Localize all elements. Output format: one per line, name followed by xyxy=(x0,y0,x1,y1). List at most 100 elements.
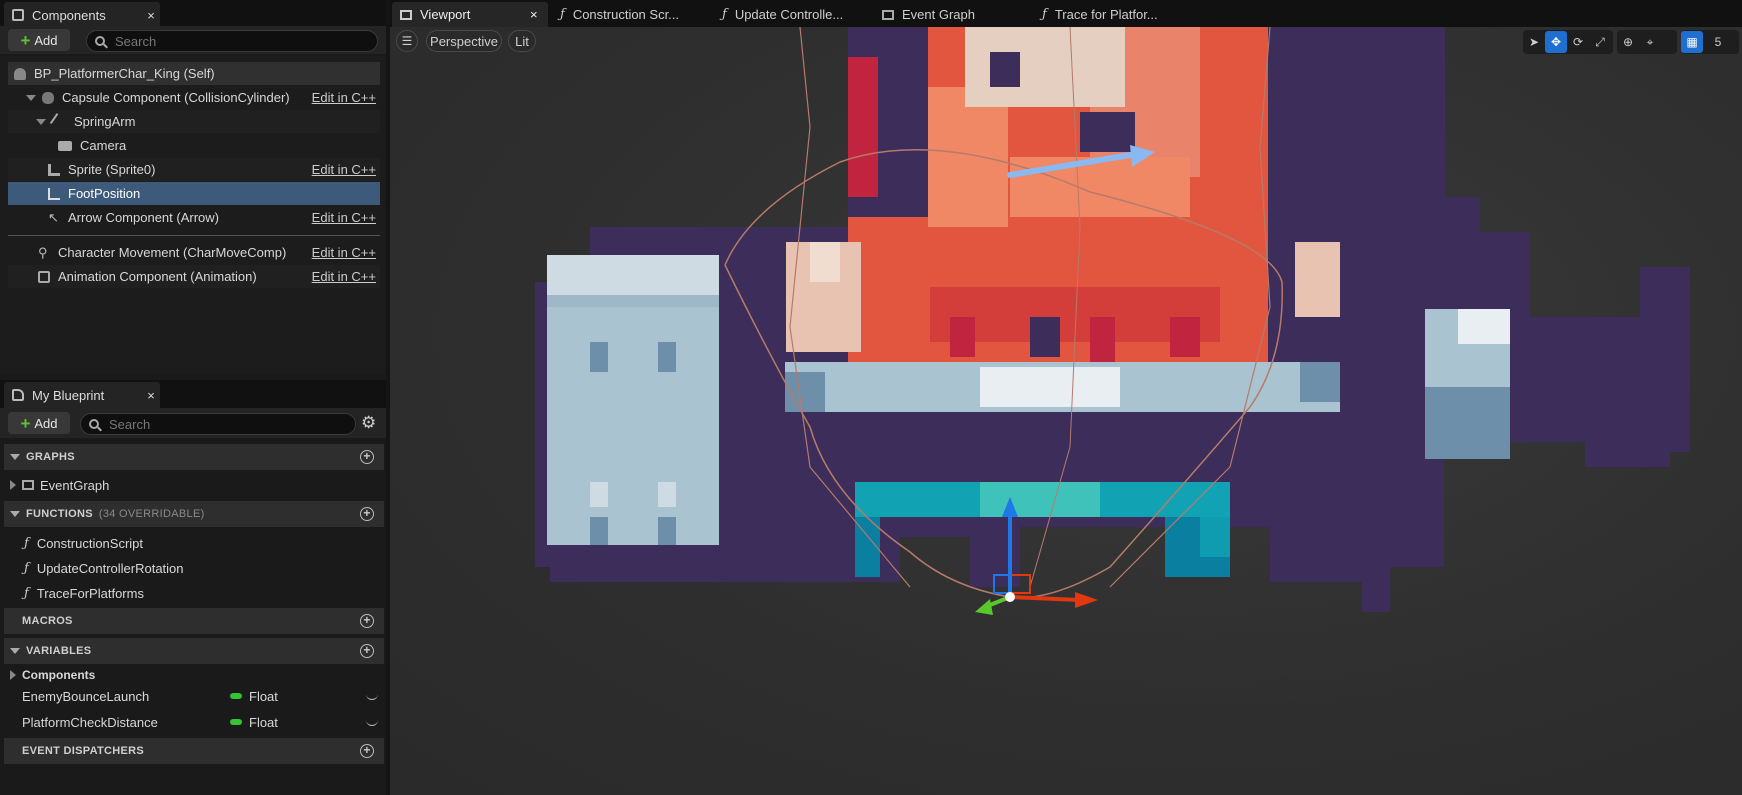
component-animation[interactable]: Animation Component (Animation) Edit in … xyxy=(8,265,380,288)
chevron-right-icon[interactable] xyxy=(10,670,16,680)
plus-icon: + xyxy=(20,30,31,50)
chevron-right-icon[interactable] xyxy=(10,480,16,490)
myblueprint-toolbar: + Add ⚙ xyxy=(0,408,386,438)
tab-label: Construction Scr... xyxy=(572,7,680,22)
add-function-icon[interactable]: + xyxy=(360,507,374,521)
chevron-down-icon xyxy=(10,511,20,517)
transform-tools: ➤ ✥ ⟳ ⤢ xyxy=(1523,30,1613,54)
add-component-button[interactable]: + Add xyxy=(8,29,70,51)
myblueprint-search[interactable] xyxy=(80,413,356,435)
component-self[interactable]: BP_PlatformerChar_King (Self) xyxy=(8,62,380,85)
edit-in-cpp-link[interactable]: Edit in C++ xyxy=(312,245,376,260)
edit-in-cpp-link[interactable]: Edit in C++ xyxy=(312,269,376,284)
component-sprite[interactable]: Sprite (Sprite0) Edit in C++ xyxy=(8,158,380,181)
edit-in-cpp-link[interactable]: Edit in C++ xyxy=(312,162,376,177)
component-charmove[interactable]: ⚲ Character Movement (CharMoveComp) Edit… xyxy=(8,241,380,264)
variable-item[interactable]: PlatformCheckDistance Float xyxy=(4,710,384,734)
close-icon[interactable]: × xyxy=(530,7,548,22)
component-camera[interactable]: Camera xyxy=(8,134,380,157)
function-item[interactable]: ƒ ConstructionScript xyxy=(4,531,384,555)
float-pin-icon xyxy=(230,719,242,725)
components-search[interactable] xyxy=(86,30,378,52)
add-member-label: Add xyxy=(34,415,58,431)
scale-icon[interactable]: ⤢ xyxy=(1589,31,1611,53)
plus-icon: + xyxy=(20,413,31,433)
surface-snap-icon[interactable]: ⌖ xyxy=(1639,31,1661,53)
tab-viewport[interactable]: Viewport × xyxy=(392,2,548,27)
tab-event-graph[interactable]: Event Graph xyxy=(882,2,975,27)
components-toolbar: + Add xyxy=(0,26,386,54)
graph-icon xyxy=(22,480,34,490)
tab-construction-script[interactable]: ƒ Construction Scr... xyxy=(560,2,679,27)
components-icon xyxy=(12,9,24,21)
add-dispatcher-icon[interactable]: + xyxy=(360,744,374,758)
add-graph-icon[interactable]: + xyxy=(360,450,374,464)
grid-snap-value[interactable]: 5 xyxy=(1703,31,1733,53)
select-icon[interactable]: ➤ xyxy=(1523,31,1545,53)
graph-item[interactable]: EventGraph xyxy=(4,473,384,497)
edit-in-cpp-link[interactable]: Edit in C++ xyxy=(312,210,376,225)
component-springarm[interactable]: SpringArm xyxy=(8,110,380,133)
function-icon: ƒ xyxy=(560,7,565,22)
variable-item[interactable]: EnemyBounceLaunch Float xyxy=(4,684,384,708)
close-icon[interactable]: × xyxy=(142,388,160,403)
components-tab[interactable]: Components × xyxy=(4,2,160,28)
viewport-options-button[interactable]: ☰ xyxy=(396,30,418,52)
gear-icon[interactable]: ⚙ xyxy=(361,413,376,433)
viewport-scene[interactable]: ☰ Perspective Lit ➤ ✥ ⟳ ⤢ ⊕ ⌖ ▦ 5 xyxy=(390,27,1742,795)
tab-update-controller[interactable]: ƒ Update Controlle... xyxy=(722,2,843,27)
variables-header[interactable]: VARIABLES + xyxy=(4,638,384,664)
variable-name: PlatformCheckDistance xyxy=(22,714,158,730)
components-search-input[interactable] xyxy=(113,32,337,50)
sprite-icon xyxy=(48,163,60,176)
function-icon: ƒ xyxy=(24,535,29,551)
scene-component-icon xyxy=(48,187,60,200)
myblueprint-tab[interactable]: My Blueprint × xyxy=(4,382,160,408)
variable-name: EnemyBounceLaunch xyxy=(22,688,150,704)
movement-icon: ⚲ xyxy=(38,244,48,260)
function-label: TraceForPlatforms xyxy=(36,585,144,601)
component-label: Animation Component (Animation) xyxy=(58,269,257,284)
graphs-header[interactable]: GRAPHS + xyxy=(4,444,384,470)
variable-type[interactable]: Float xyxy=(249,689,278,704)
move-icon[interactable]: ✥ xyxy=(1545,31,1567,53)
eye-closed-icon[interactable] xyxy=(366,719,378,726)
eye-closed-icon[interactable] xyxy=(366,693,378,700)
add-variable-icon[interactable]: + xyxy=(360,644,374,658)
component-label: FootPosition xyxy=(68,186,141,201)
macros-header[interactable]: MACROS + xyxy=(4,608,384,634)
hamburger-icon: ☰ xyxy=(401,34,413,48)
lit-button[interactable]: Lit xyxy=(508,30,536,52)
component-footposition[interactable]: FootPosition xyxy=(8,182,380,205)
function-item[interactable]: ƒ TraceForPlatforms xyxy=(4,581,384,605)
add-member-button[interactable]: + Add xyxy=(8,412,70,434)
function-icon: ƒ xyxy=(722,7,727,22)
divider xyxy=(8,235,380,236)
component-label: Character Movement (CharMoveComp) xyxy=(58,245,287,260)
functions-header[interactable]: FUNCTIONS (34 OVERRIDABLE) + xyxy=(4,501,384,527)
variable-type[interactable]: Float xyxy=(249,715,278,730)
grid-icon[interactable]: ▦ xyxy=(1681,31,1703,53)
component-label: Arrow Component (Arrow) xyxy=(68,210,219,225)
section-title: FUNCTIONS xyxy=(26,508,93,520)
perspective-button[interactable]: Perspective xyxy=(426,30,502,52)
myblueprint-tab-title: My Blueprint xyxy=(32,387,105,403)
viewport-icon xyxy=(400,9,412,20)
component-arrow[interactable]: ↖ Arrow Component (Arrow) Edit in C++ xyxy=(8,206,380,229)
myblueprint-search-input[interactable] xyxy=(107,415,331,433)
close-icon[interactable]: × xyxy=(142,8,160,23)
world-space-icon[interactable]: ⊕ xyxy=(1617,31,1639,53)
function-icon: ƒ xyxy=(1042,7,1047,22)
function-item[interactable]: ƒ UpdateControllerRotation xyxy=(4,556,384,580)
dispatchers-header[interactable]: EVENT DISPATCHERS + xyxy=(4,738,384,764)
tab-trace-platforms[interactable]: ƒ Trace for Platfor... xyxy=(1042,2,1158,27)
add-macro-icon[interactable]: + xyxy=(360,614,374,628)
tab-label: Update Controlle... xyxy=(734,7,844,22)
edit-in-cpp-link[interactable]: Edit in C++ xyxy=(312,90,376,105)
chevron-down-icon[interactable] xyxy=(36,118,46,125)
rotate-icon[interactable]: ⟳ xyxy=(1567,31,1589,53)
float-pin-icon xyxy=(230,693,242,699)
graph-label: EventGraph xyxy=(40,477,110,493)
component-capsule[interactable]: Capsule Component (CollisionCylinder) Ed… xyxy=(8,86,380,109)
chevron-down-icon[interactable] xyxy=(26,94,36,101)
